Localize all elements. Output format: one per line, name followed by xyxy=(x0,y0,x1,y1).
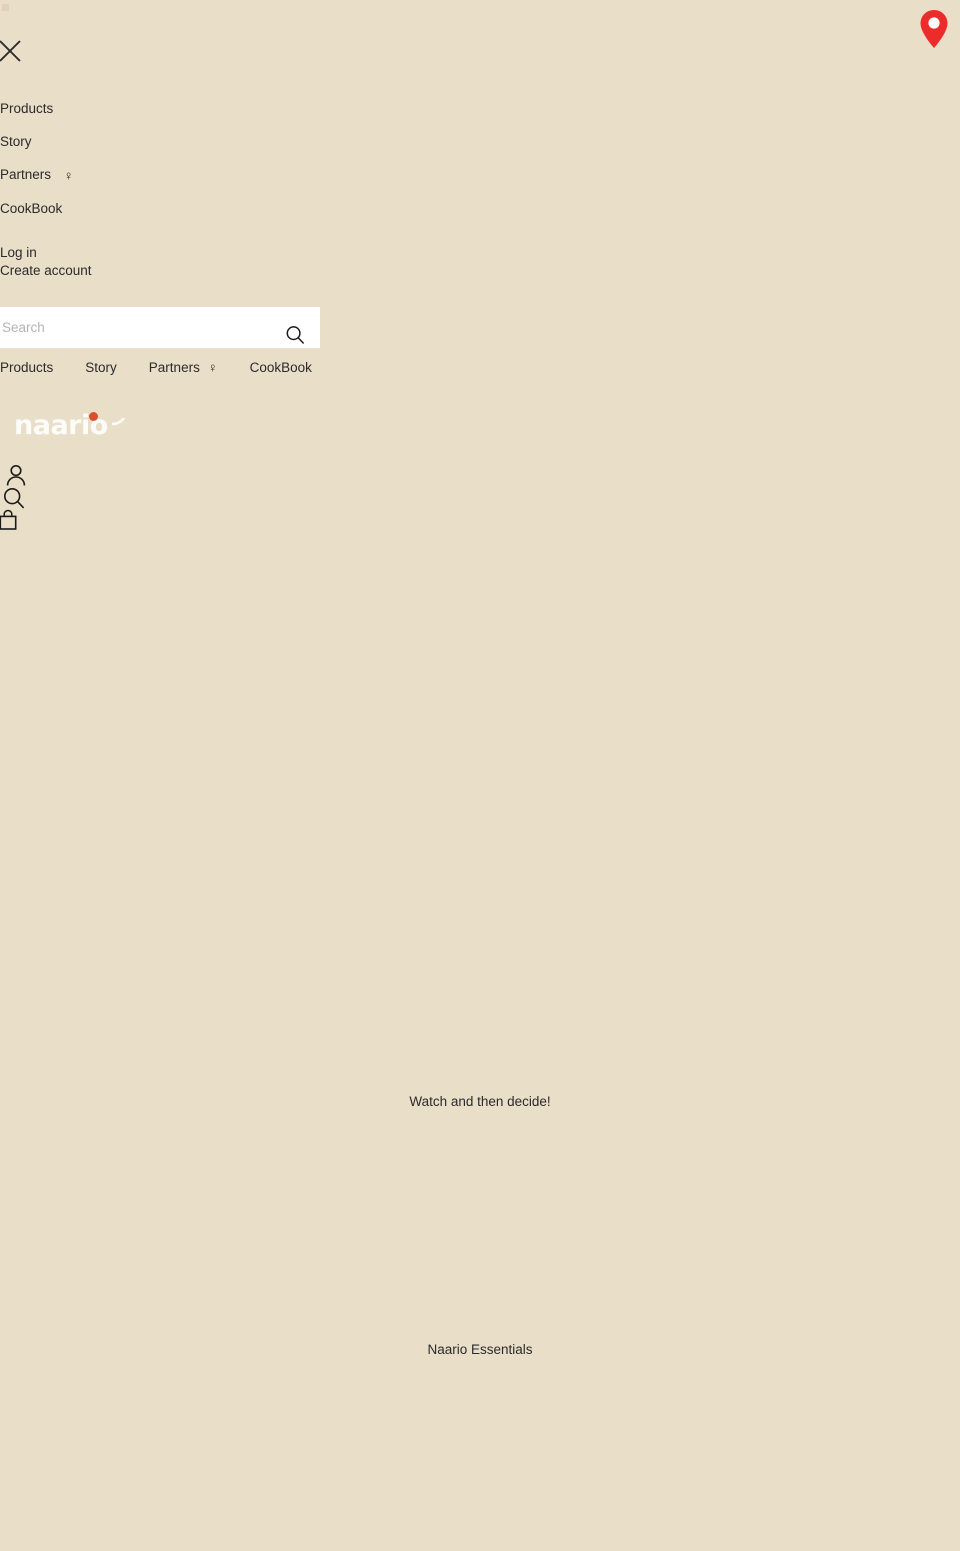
search-form xyxy=(0,307,320,348)
venus-icon: ♀ xyxy=(207,360,218,375)
drawer-item-story[interactable]: Story xyxy=(0,134,320,149)
search-icon[interactable] xyxy=(2,486,26,510)
close-icon[interactable] xyxy=(0,38,23,64)
brand-tail-icon xyxy=(112,418,126,427)
watch-caption: Watch and then decide! xyxy=(409,1094,551,1109)
drawer-nav: Products Story Partners ♀ CookBook xyxy=(0,101,320,234)
nav-item-story[interactable]: Story xyxy=(85,360,117,376)
search-submit-button[interactable] xyxy=(284,324,306,346)
drawer-item-products[interactable]: Products xyxy=(0,101,320,116)
create-account-link[interactable]: Create account xyxy=(0,262,320,280)
nav-item-partners[interactable]: Partners xyxy=(149,360,200,376)
map-pin-icon[interactable] xyxy=(918,8,950,50)
drawer-account-links: Log in Create account xyxy=(0,244,320,280)
venus-icon: ♀ xyxy=(63,168,74,183)
nav-item-cookbook[interactable]: CookBook xyxy=(250,360,312,376)
nav-item-products[interactable]: Products xyxy=(0,360,53,376)
drawer-item-label: Products xyxy=(0,101,54,116)
login-link[interactable]: Log in xyxy=(0,244,320,262)
drawer-item-cookbook[interactable]: CookBook xyxy=(0,201,320,216)
brand-logo[interactable]: naario xyxy=(14,404,126,442)
corner-artifact xyxy=(2,4,9,11)
drawer-item-label: Story xyxy=(0,134,32,149)
drawer-item-label: Partners xyxy=(0,167,52,182)
account-icon[interactable] xyxy=(5,464,27,488)
brand-dot-icon xyxy=(89,412,98,421)
utility-icon-stack xyxy=(0,464,34,531)
drawer-item-label: CookBook xyxy=(0,201,63,216)
essentials-caption: Naario Essentials xyxy=(427,1342,533,1357)
drawer-item-partners[interactable]: Partners ♀ xyxy=(0,167,320,183)
shopping-bag-icon[interactable] xyxy=(0,509,18,531)
search-input[interactable] xyxy=(0,307,284,348)
primary-nav: Products Story Partners ♀ CookBook xyxy=(0,360,344,376)
